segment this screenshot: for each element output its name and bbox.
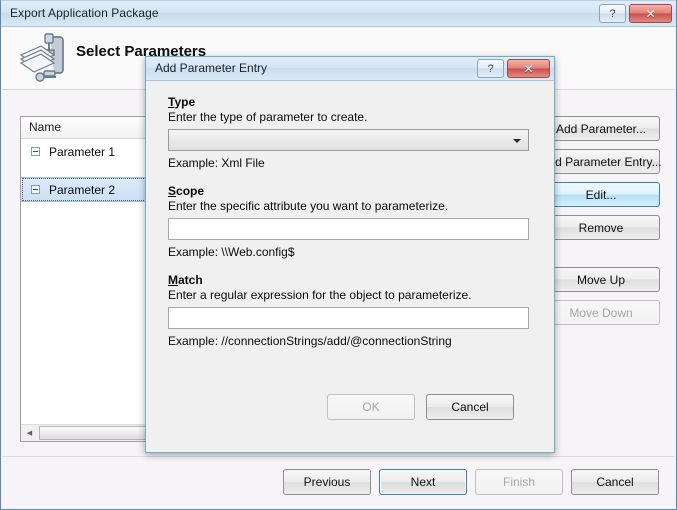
dialog-cancel-button[interactable]: Cancel: [426, 394, 514, 420]
next-button[interactable]: Next: [379, 469, 467, 495]
type-field-example: Example: Xml File: [168, 156, 265, 170]
close-icon[interactable]: ✕: [629, 4, 672, 23]
scope-field-group: Scope Enter the specific attribute you w…: [168, 184, 534, 259]
finish-button: Finish: [475, 469, 563, 495]
match-field-example: Example: //connectionStrings/add/@connec…: [168, 334, 452, 348]
dialog-title: Add Parameter Entry: [155, 61, 268, 75]
scope-input[interactable]: [168, 218, 529, 240]
type-field-group: Type Enter the type of parameter to crea…: [168, 95, 534, 170]
scope-field-example: Example: \\Web.config$: [168, 245, 295, 259]
scroll-left-icon[interactable]: ◀: [21, 425, 38, 441]
tree-item-label: Parameter 1: [49, 144, 116, 159]
add-parameter-entry-button[interactable]: Add Parameter Entry...: [540, 149, 662, 174]
match-field-description: Enter a regular expression for the objec…: [168, 288, 472, 302]
help-icon[interactable]: ?: [477, 59, 504, 78]
parameter-actions-panel: Add Parameter... Add Parameter Entry... …: [540, 116, 662, 325]
dialog-titlebar-buttons: ? ✕: [477, 59, 550, 78]
cancel-button[interactable]: Cancel: [571, 469, 659, 495]
main-window-titlebar[interactable]: Export Application Package ? ✕: [1, 0, 676, 27]
dialog-titlebar[interactable]: Add Parameter Entry ? ✕: [146, 57, 554, 81]
main-window-titlebar-buttons: ? ✕: [599, 4, 672, 23]
help-icon[interactable]: ?: [599, 4, 626, 23]
close-icon[interactable]: ✕: [507, 59, 550, 78]
add-parameter-entry-dialog: Add Parameter Entry ? ✕ Type Enter the t…: [145, 56, 555, 453]
main-window-title: Export Application Package: [10, 6, 159, 20]
tree-item-label: Parameter 2: [49, 182, 116, 197]
wizard-footer: Previous Next Finish Cancel: [2, 456, 675, 508]
match-label-rest: atch: [178, 273, 203, 287]
scope-label-rest: cope: [176, 184, 205, 198]
type-field-description: Enter the type of parameter to create.: [168, 110, 368, 124]
type-combobox[interactable]: [168, 129, 529, 151]
ok-button: OK: [327, 394, 415, 420]
edit-button[interactable]: Edit...: [542, 182, 660, 207]
type-label-rest: ype: [174, 95, 196, 109]
match-field-label: Match: [168, 273, 534, 287]
collapse-expander-icon[interactable]: [31, 147, 40, 156]
dialog-footer: OK Cancel: [168, 394, 534, 420]
match-field-group: Match Enter a regular expression for the…: [168, 273, 534, 348]
package-clamp-icon: [14, 31, 70, 85]
previous-button[interactable]: Previous: [283, 469, 371, 495]
scope-accel-char: S: [168, 184, 177, 198]
chevron-down-icon[interactable]: [513, 139, 521, 143]
collapse-expander-icon[interactable]: [31, 185, 40, 194]
scope-field-description: Enter the specific attribute you want to…: [168, 199, 449, 213]
tree-column-header-name[interactable]: Name: [29, 117, 332, 138]
scope-field-label: Scope: [168, 184, 534, 198]
type-field-label: Type: [168, 95, 534, 109]
match-accel-char: M: [168, 273, 178, 287]
dialog-footer-buttons: OK Cancel: [327, 394, 514, 420]
move-up-button[interactable]: Move Up: [542, 267, 660, 292]
remove-button[interactable]: Remove: [542, 215, 660, 240]
move-down-button: Move Down: [542, 300, 660, 325]
wizard-footer-buttons: Previous Next Finish Cancel: [283, 469, 659, 495]
dialog-body: Type Enter the type of parameter to crea…: [146, 81, 554, 420]
match-input[interactable]: [168, 307, 529, 329]
add-parameter-button[interactable]: Add Parameter...: [542, 116, 660, 141]
